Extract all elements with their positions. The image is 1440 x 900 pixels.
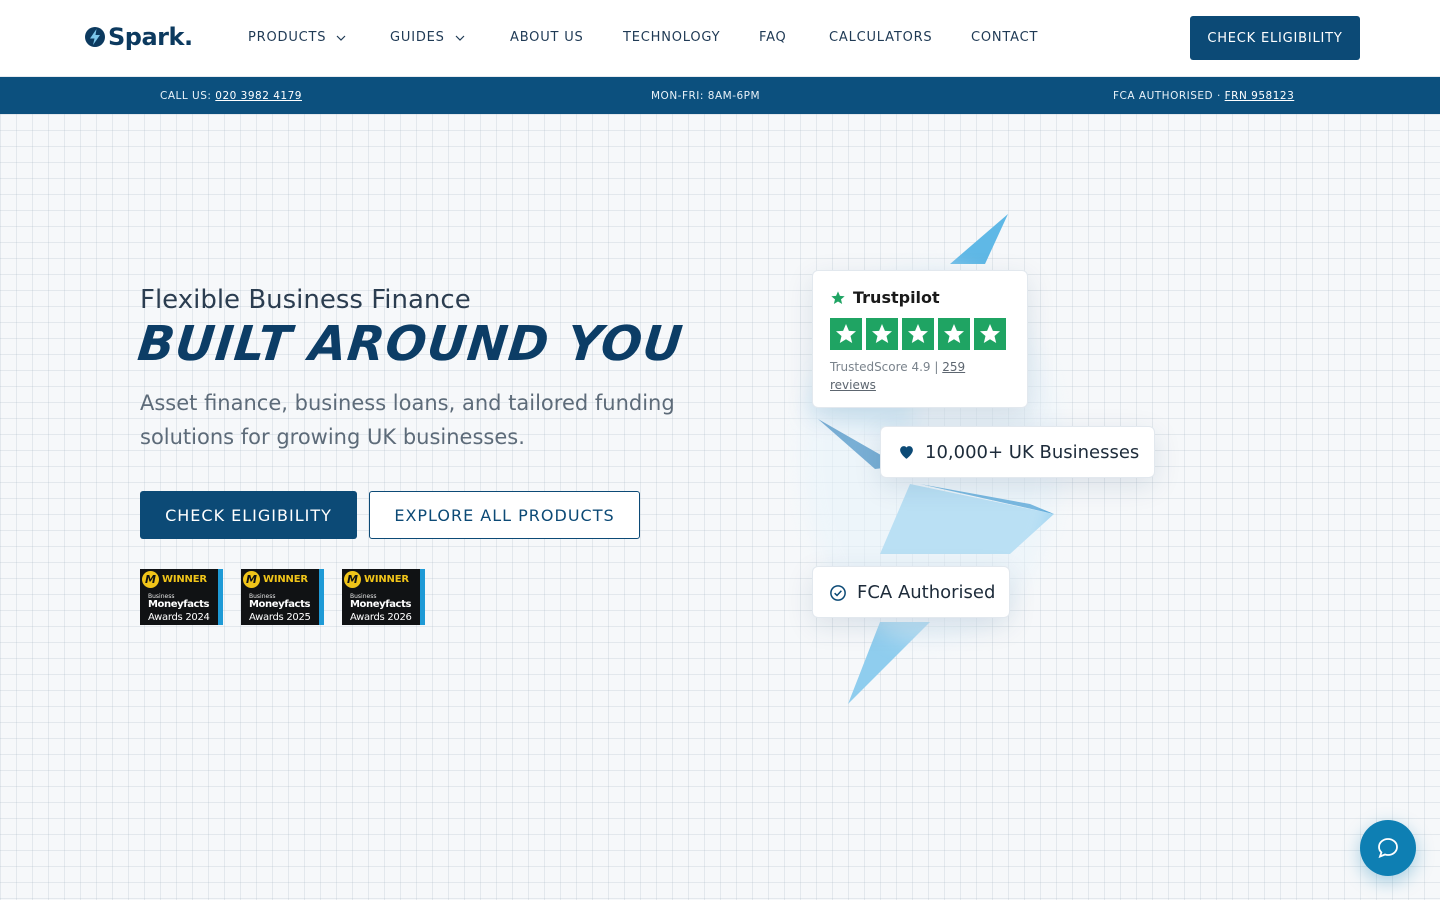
rating-star bbox=[866, 318, 898, 350]
nav-about-us-label: ABOUT US bbox=[510, 30, 584, 45]
hero-check-eligibility-button[interactable]: CHECK ELIGIBILITY bbox=[140, 491, 357, 539]
trustpilot-score: TrustedScore 4.9 | 259 reviews bbox=[830, 358, 1010, 394]
star-icon bbox=[872, 324, 892, 343]
award-winner-text: WINNER bbox=[364, 574, 409, 585]
hero-eyebrow: Flexible Business Finance bbox=[140, 285, 471, 315]
chat-bubble-icon bbox=[1378, 838, 1398, 859]
award-badge-2025: M WINNER Business Moneyfacts Awards 2025 bbox=[241, 569, 324, 625]
award-badge-2024: M WINNER Business Moneyfacts Awards 2024 bbox=[140, 569, 223, 625]
nav-products[interactable]: PRODUCTS bbox=[248, 30, 346, 45]
award-winner-text: WINNER bbox=[263, 574, 308, 585]
trustpilot-name: Trustpilot bbox=[853, 288, 940, 307]
explore-products-button[interactable]: EXPLORE ALL PRODUCTS bbox=[369, 491, 640, 539]
trustpilot-rating-stars bbox=[830, 318, 1006, 350]
fca-authorised-card: FCA Authorised bbox=[812, 566, 1010, 618]
chevron-down-icon bbox=[336, 35, 346, 41]
heart-icon bbox=[900, 446, 913, 459]
fca-info: FCA AUTHORISED · FRN 958123 bbox=[1113, 90, 1294, 102]
award-winner-text: WINNER bbox=[162, 574, 207, 585]
nav-contact[interactable]: CONTACT bbox=[971, 30, 1038, 45]
moneyfacts-m-icon: M bbox=[344, 571, 361, 588]
nav-contact-label: CONTACT bbox=[971, 30, 1039, 45]
award-winner-row: M WINNER bbox=[243, 571, 308, 588]
chat-widget-button[interactable] bbox=[1360, 820, 1416, 876]
fca-authorised: FCA Authorised bbox=[829, 582, 995, 603]
call-us-label: CALL US: bbox=[160, 90, 212, 102]
award-badge-2026: M WINNER Business Moneyfacts Awards 2026 bbox=[342, 569, 425, 625]
star-icon bbox=[944, 324, 964, 343]
moneyfacts-m-icon: M bbox=[142, 571, 159, 588]
info-bar: CALL US: 020 3982 4179 MON-FRI: 8AM-6PM … bbox=[0, 77, 1440, 114]
trusted-score-text: TrustedScore 4.9 | bbox=[830, 360, 939, 374]
moneyfacts-m-icon: M bbox=[243, 571, 260, 588]
trustpilot-header: Trustpilot bbox=[830, 288, 940, 307]
businesses-stat-text: 10,000+ UK Businesses bbox=[925, 442, 1140, 463]
award-line2: Moneyfacts bbox=[350, 599, 412, 610]
award-line2: Moneyfacts bbox=[148, 599, 210, 610]
trustpilot-card[interactable]: Trustpilot TrustedScore 4.9 | 259 review… bbox=[812, 270, 1028, 408]
nav-products-label: PRODUCTS bbox=[248, 30, 327, 45]
hero-headline: BUILT AROUND YOU bbox=[135, 316, 686, 372]
hero-subtitle: Asset finance, business loans, and tailo… bbox=[140, 391, 675, 449]
nav-faq[interactable]: FAQ bbox=[759, 30, 787, 45]
opening-hours: MON-FRI: 8AM-6PM bbox=[651, 90, 761, 102]
trustpilot-star-icon bbox=[831, 290, 845, 304]
award-winner-row: M WINNER bbox=[344, 571, 409, 588]
fca-authorised-text: FCA Authorised bbox=[857, 582, 996, 603]
nav-technology[interactable]: TECHNOLOGY bbox=[623, 30, 720, 45]
logo-bolt-icon bbox=[85, 27, 105, 47]
rating-star bbox=[974, 318, 1006, 350]
frn-link[interactable]: FRN 958123 bbox=[1225, 90, 1295, 102]
award-winner-row: M WINNER bbox=[142, 571, 207, 588]
site-header: Spark. PRODUCTS GUIDES ABOUT US TECHNOLO… bbox=[0, 0, 1440, 77]
hero-section: Flexible Business Finance BUILT AROUND Y… bbox=[0, 114, 1440, 900]
award-line3: Awards 2025 bbox=[249, 612, 311, 623]
rating-star bbox=[902, 318, 934, 350]
award-line2: Moneyfacts bbox=[249, 599, 311, 610]
rating-star bbox=[830, 318, 862, 350]
rating-star bbox=[938, 318, 970, 350]
nav-calculators-label: CALCULATORS bbox=[829, 30, 933, 45]
star-icon bbox=[980, 324, 1000, 343]
spark-logo[interactable]: Spark. bbox=[84, 22, 193, 52]
nav-faq-label: FAQ bbox=[759, 30, 787, 45]
star-icon bbox=[908, 324, 928, 343]
nav-guides[interactable]: GUIDES bbox=[390, 30, 465, 45]
award-line3: Awards 2026 bbox=[350, 612, 412, 623]
award-line3: Awards 2024 bbox=[148, 612, 210, 623]
nav-technology-label: TECHNOLOGY bbox=[623, 30, 721, 45]
businesses-stat-card: 10,000+ UK Businesses bbox=[880, 426, 1155, 478]
check-circle-icon bbox=[830, 584, 846, 601]
chevron-down-icon bbox=[455, 35, 465, 41]
fca-info-label: FCA AUTHORISED · bbox=[1113, 90, 1221, 102]
logo-text: Spark. bbox=[108, 23, 193, 51]
businesses-stat: 10,000+ UK Businesses bbox=[898, 442, 1139, 463]
nav-calculators[interactable]: CALCULATORS bbox=[829, 30, 933, 45]
nav-guides-label: GUIDES bbox=[390, 30, 445, 45]
call-us: CALL US: 020 3982 4179 bbox=[160, 90, 302, 102]
phone-link[interactable]: 020 3982 4179 bbox=[215, 90, 302, 102]
header-check-eligibility-button[interactable]: CHECK ELIGIBILITY bbox=[1190, 16, 1360, 60]
nav-about-us[interactable]: ABOUT US bbox=[510, 30, 584, 45]
star-icon bbox=[836, 324, 856, 343]
